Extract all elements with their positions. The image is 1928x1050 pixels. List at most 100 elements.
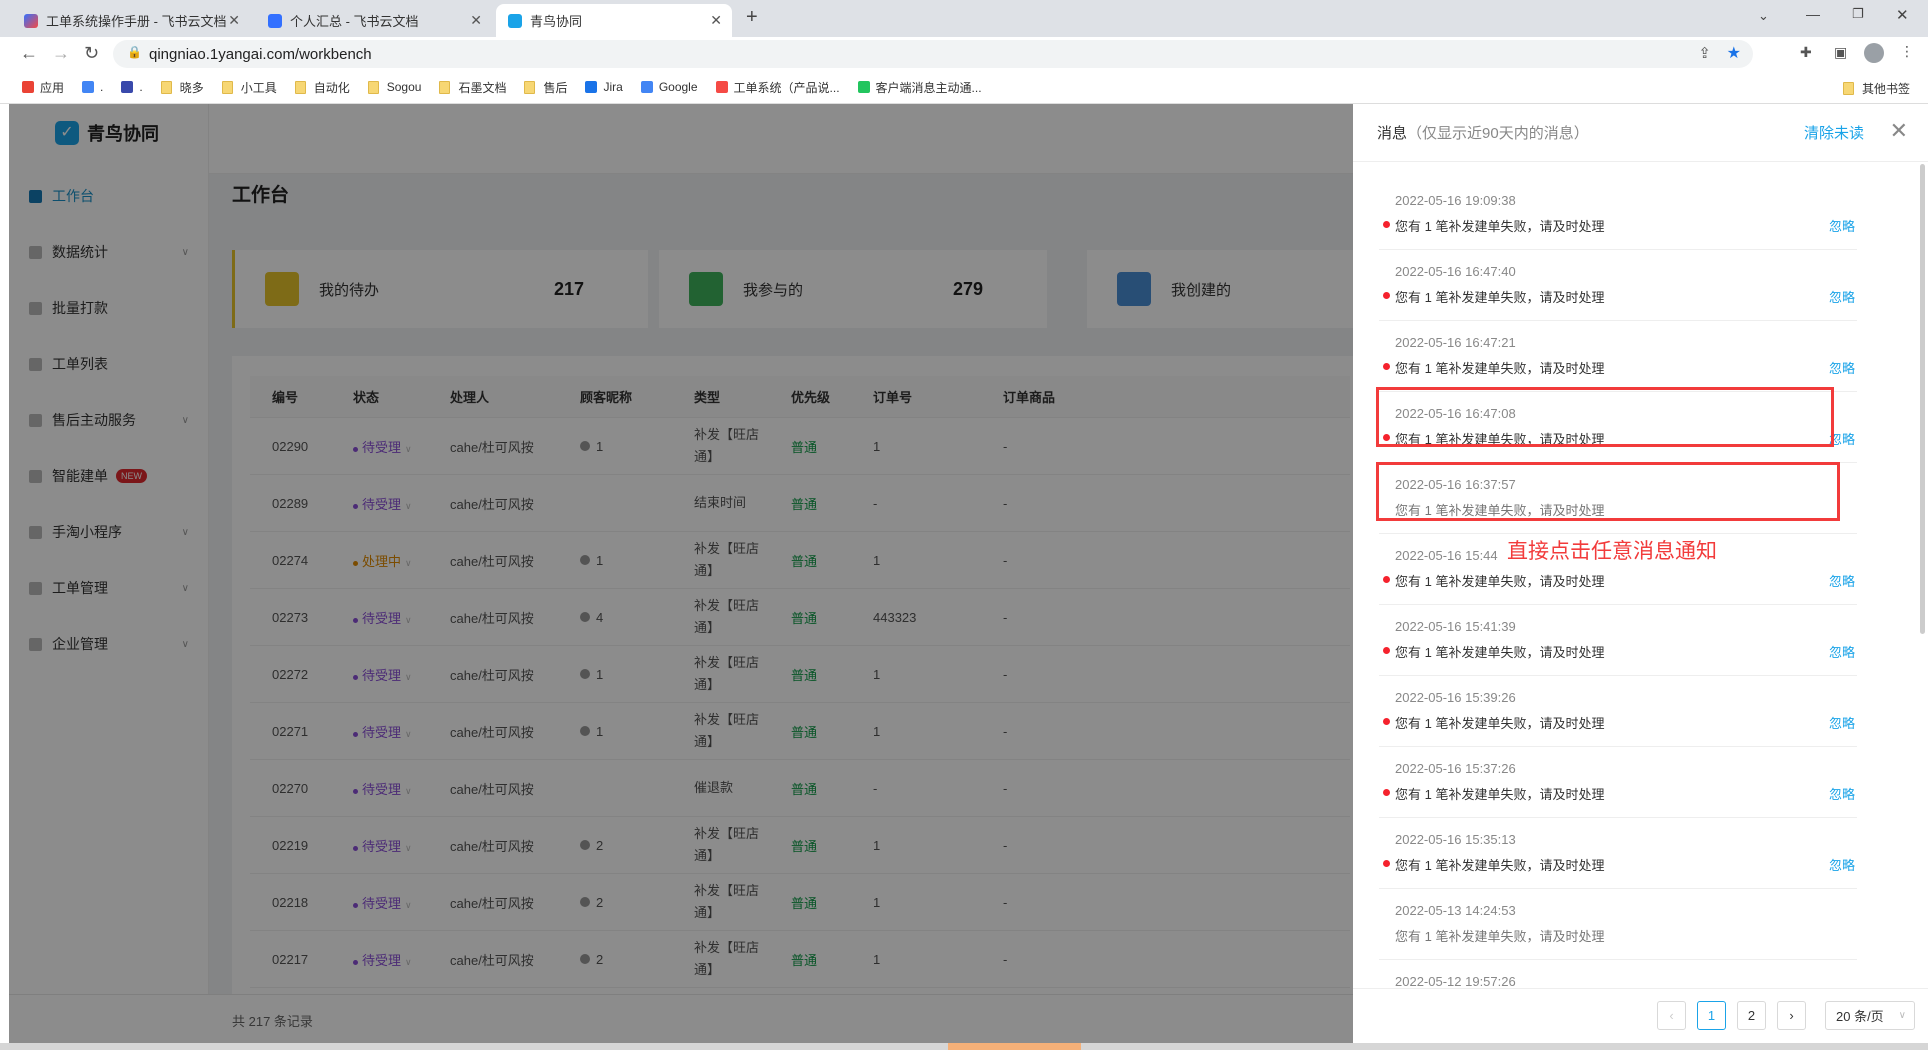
ignore-button[interactable]: 忽略 [1829, 571, 1855, 590]
message-date: 2022-05-16 16:47:40 [1395, 264, 1516, 279]
close-icon[interactable]: ✕ [1890, 118, 1908, 144]
bookmark-item[interactable]: 客户端消息主动通... [857, 79, 982, 96]
next-page-button[interactable]: › [1777, 1001, 1806, 1030]
page-size-value: 20 条/页 [1836, 1009, 1884, 1024]
unread-dot [1383, 789, 1390, 796]
scrollbar[interactable] [1920, 164, 1925, 634]
ignore-button[interactable]: 忽略 [1829, 784, 1855, 803]
feishu-doc-icon [268, 13, 282, 28]
page-button-1[interactable]: 1 [1697, 1001, 1726, 1030]
clear-unread-button[interactable]: 清除未读 [1804, 122, 1864, 143]
bookmark-item[interactable]: Sogou [367, 79, 421, 96]
message-date: 2022-05-16 15:41:39 [1395, 619, 1516, 634]
message-text: 您有 1 笔补发建单失败，请及时处理 [1395, 574, 1605, 589]
message-date: 2022-05-13 14:24:53 [1395, 903, 1516, 918]
bookmark-label: 客户端消息主动通... [875, 80, 982, 95]
browser-tab[interactable]: 工单系统操作手册 - 飞书云文档 ✕ [12, 4, 250, 37]
message-item[interactable]: 2022-05-16 15:41:39 您有 1 笔补发建单失败，请及时处理 忽略 [1379, 605, 1857, 676]
restore-button[interactable]: ❐ [1852, 6, 1864, 22]
bookmark-icon [121, 81, 134, 93]
unread-dot [1383, 292, 1390, 299]
bookmark-item[interactable]: 晓多 [160, 79, 204, 96]
bookmark-item[interactable]: 石墨文档 [439, 79, 506, 96]
message-text: 您有 1 笔补发建单失败，请及时处理 [1395, 716, 1605, 731]
ignore-button[interactable]: 忽略 [1829, 855, 1855, 874]
bookmark-item[interactable]: Google [640, 79, 698, 96]
bookmark-item[interactable]: . [121, 79, 143, 96]
bookmark-item[interactable]: 工单系统（产品说... [715, 79, 840, 96]
bookmark-icon [857, 81, 870, 93]
message-item[interactable]: 2022-05-16 16:47:40 您有 1 笔补发建单失败，请及时处理 忽略 [1379, 250, 1857, 321]
close-tab-icon[interactable]: ✕ [228, 12, 240, 29]
bookmark-item[interactable]: 售后 [524, 79, 567, 96]
prev-page-button[interactable]: ‹ [1657, 1001, 1686, 1030]
ignore-button[interactable]: 忽略 [1829, 358, 1855, 377]
modal-overlay[interactable] [9, 104, 1353, 1043]
ignore-button[interactable]: 忽略 [1829, 216, 1855, 235]
bookmark-icon [640, 81, 653, 93]
page-button-2[interactable]: 2 [1737, 1001, 1766, 1030]
unread-dot [1383, 718, 1390, 725]
folder-icon [1843, 82, 1854, 95]
back-icon[interactable]: ← [20, 43, 38, 64]
bookmark-label: 售后 [543, 80, 568, 95]
ignore-button[interactable]: 忽略 [1829, 713, 1855, 732]
unread-dot [1383, 647, 1390, 654]
annotation-text: 直接点击任意消息通知 [1507, 540, 1717, 563]
address-bar-row: ← → ↻ 🔒 qingniao.1yangai.com/workbench ⇪ … [0, 37, 1928, 71]
ignore-button[interactable]: 忽略 [1829, 287, 1855, 306]
bookmark-item[interactable]: Jira [585, 79, 623, 96]
bookmark-icon [715, 81, 728, 93]
side-panel-icon[interactable]: ▣ [1834, 44, 1847, 61]
unread-dot [1383, 576, 1390, 583]
bookmark-icon [82, 81, 95, 93]
url-input[interactable]: 🔒 qingniao.1yangai.com/workbench ⇪ ★ [113, 40, 1753, 68]
close-window-button[interactable]: ✕ [1896, 6, 1909, 24]
bookmark-item[interactable]: 自动化 [294, 79, 350, 96]
pagination: ‹ 1 2 › 20 条/页 ∨ [1353, 988, 1928, 1043]
tab-search-icon[interactable]: ⌄ [1758, 8, 1769, 24]
bookmark-item[interactable]: . [82, 79, 103, 96]
apps-icon [22, 81, 34, 93]
browser-tab-active[interactable]: 青鸟协同 ✕ [496, 4, 732, 37]
bottom-strip [0, 1043, 1928, 1050]
message-date: 2022-05-16 15:37:26 [1395, 761, 1516, 776]
unread-dot [1383, 363, 1390, 370]
forward-icon[interactable]: → [52, 43, 70, 64]
browser-tab[interactable]: 个人汇总 - 飞书云文档 ✕ [256, 4, 492, 37]
feishu-icon [24, 13, 38, 28]
new-tab-button[interactable]: + [746, 6, 758, 29]
tab-title: 个人汇总 - 飞书云文档 [290, 14, 419, 29]
message-date: 2022-05-16 15:39:26 [1395, 690, 1516, 705]
bookmark-label: 自动化 [313, 80, 350, 95]
message-item[interactable]: 2022-05-16 15:37:26 您有 1 笔补发建单失败，请及时处理 忽略 [1379, 747, 1857, 818]
bookmark-star-icon[interactable]: ★ [1727, 43, 1741, 63]
chevron-down-icon: ∨ [1898, 1010, 1906, 1021]
close-tab-icon[interactable]: ✕ [710, 12, 722, 29]
bookmark-other[interactable]: 其他书签 [1843, 80, 1910, 97]
bookmark-label: Jira [603, 80, 623, 94]
share-icon[interactable]: ⇪ [1698, 44, 1711, 62]
bookmark-label: 晓多 [179, 80, 204, 95]
message-drawer: 消息 （仅显示近90天内的消息） 清除未读 ✕ 2022-05-16 19:09:… [1353, 104, 1928, 1043]
message-item[interactable]: 2022-05-16 19:09:38 您有 1 笔补发建单失败，请及时处理 忽略 [1379, 179, 1857, 250]
profile-avatar[interactable] [1864, 43, 1884, 63]
highlight-box [1376, 387, 1834, 447]
bookmark-item[interactable]: 小工具 [221, 79, 277, 96]
extensions-icon[interactable]: ✚ [1800, 44, 1812, 61]
message-item[interactable]: 2022-05-13 14:24:53 您有 1 笔补发建单失败，请及时处理 [1379, 889, 1857, 960]
close-tab-icon[interactable]: ✕ [470, 12, 482, 29]
message-item[interactable]: 2022-05-16 15:39:26 您有 1 笔补发建单失败，请及时处理 忽略 [1379, 676, 1857, 747]
page-size-select[interactable]: 20 条/页 ∨ [1825, 1001, 1915, 1030]
message-date: 2022-05-16 19:09:38 [1395, 193, 1516, 208]
message-item[interactable]: 2022-05-16 15:35:13 您有 1 笔补发建单失败，请及时处理 忽略 [1379, 818, 1857, 889]
bookmark-item[interactable]: 应用 [22, 79, 64, 96]
message-item[interactable]: 2022-05-16 16:47:21 您有 1 笔补发建单失败，请及时处理 忽略 [1379, 321, 1857, 392]
minimize-button[interactable]: — [1806, 6, 1820, 22]
message-date: 2022-05-16 15:35:13 [1395, 832, 1516, 847]
ignore-button[interactable]: 忽略 [1829, 642, 1855, 661]
qingniao-icon [508, 13, 522, 28]
reload-icon[interactable]: ↻ [84, 43, 99, 64]
menu-icon[interactable]: ⋮ [1900, 43, 1914, 60]
message-text: 您有 1 笔补发建单失败，请及时处理 [1395, 361, 1605, 376]
